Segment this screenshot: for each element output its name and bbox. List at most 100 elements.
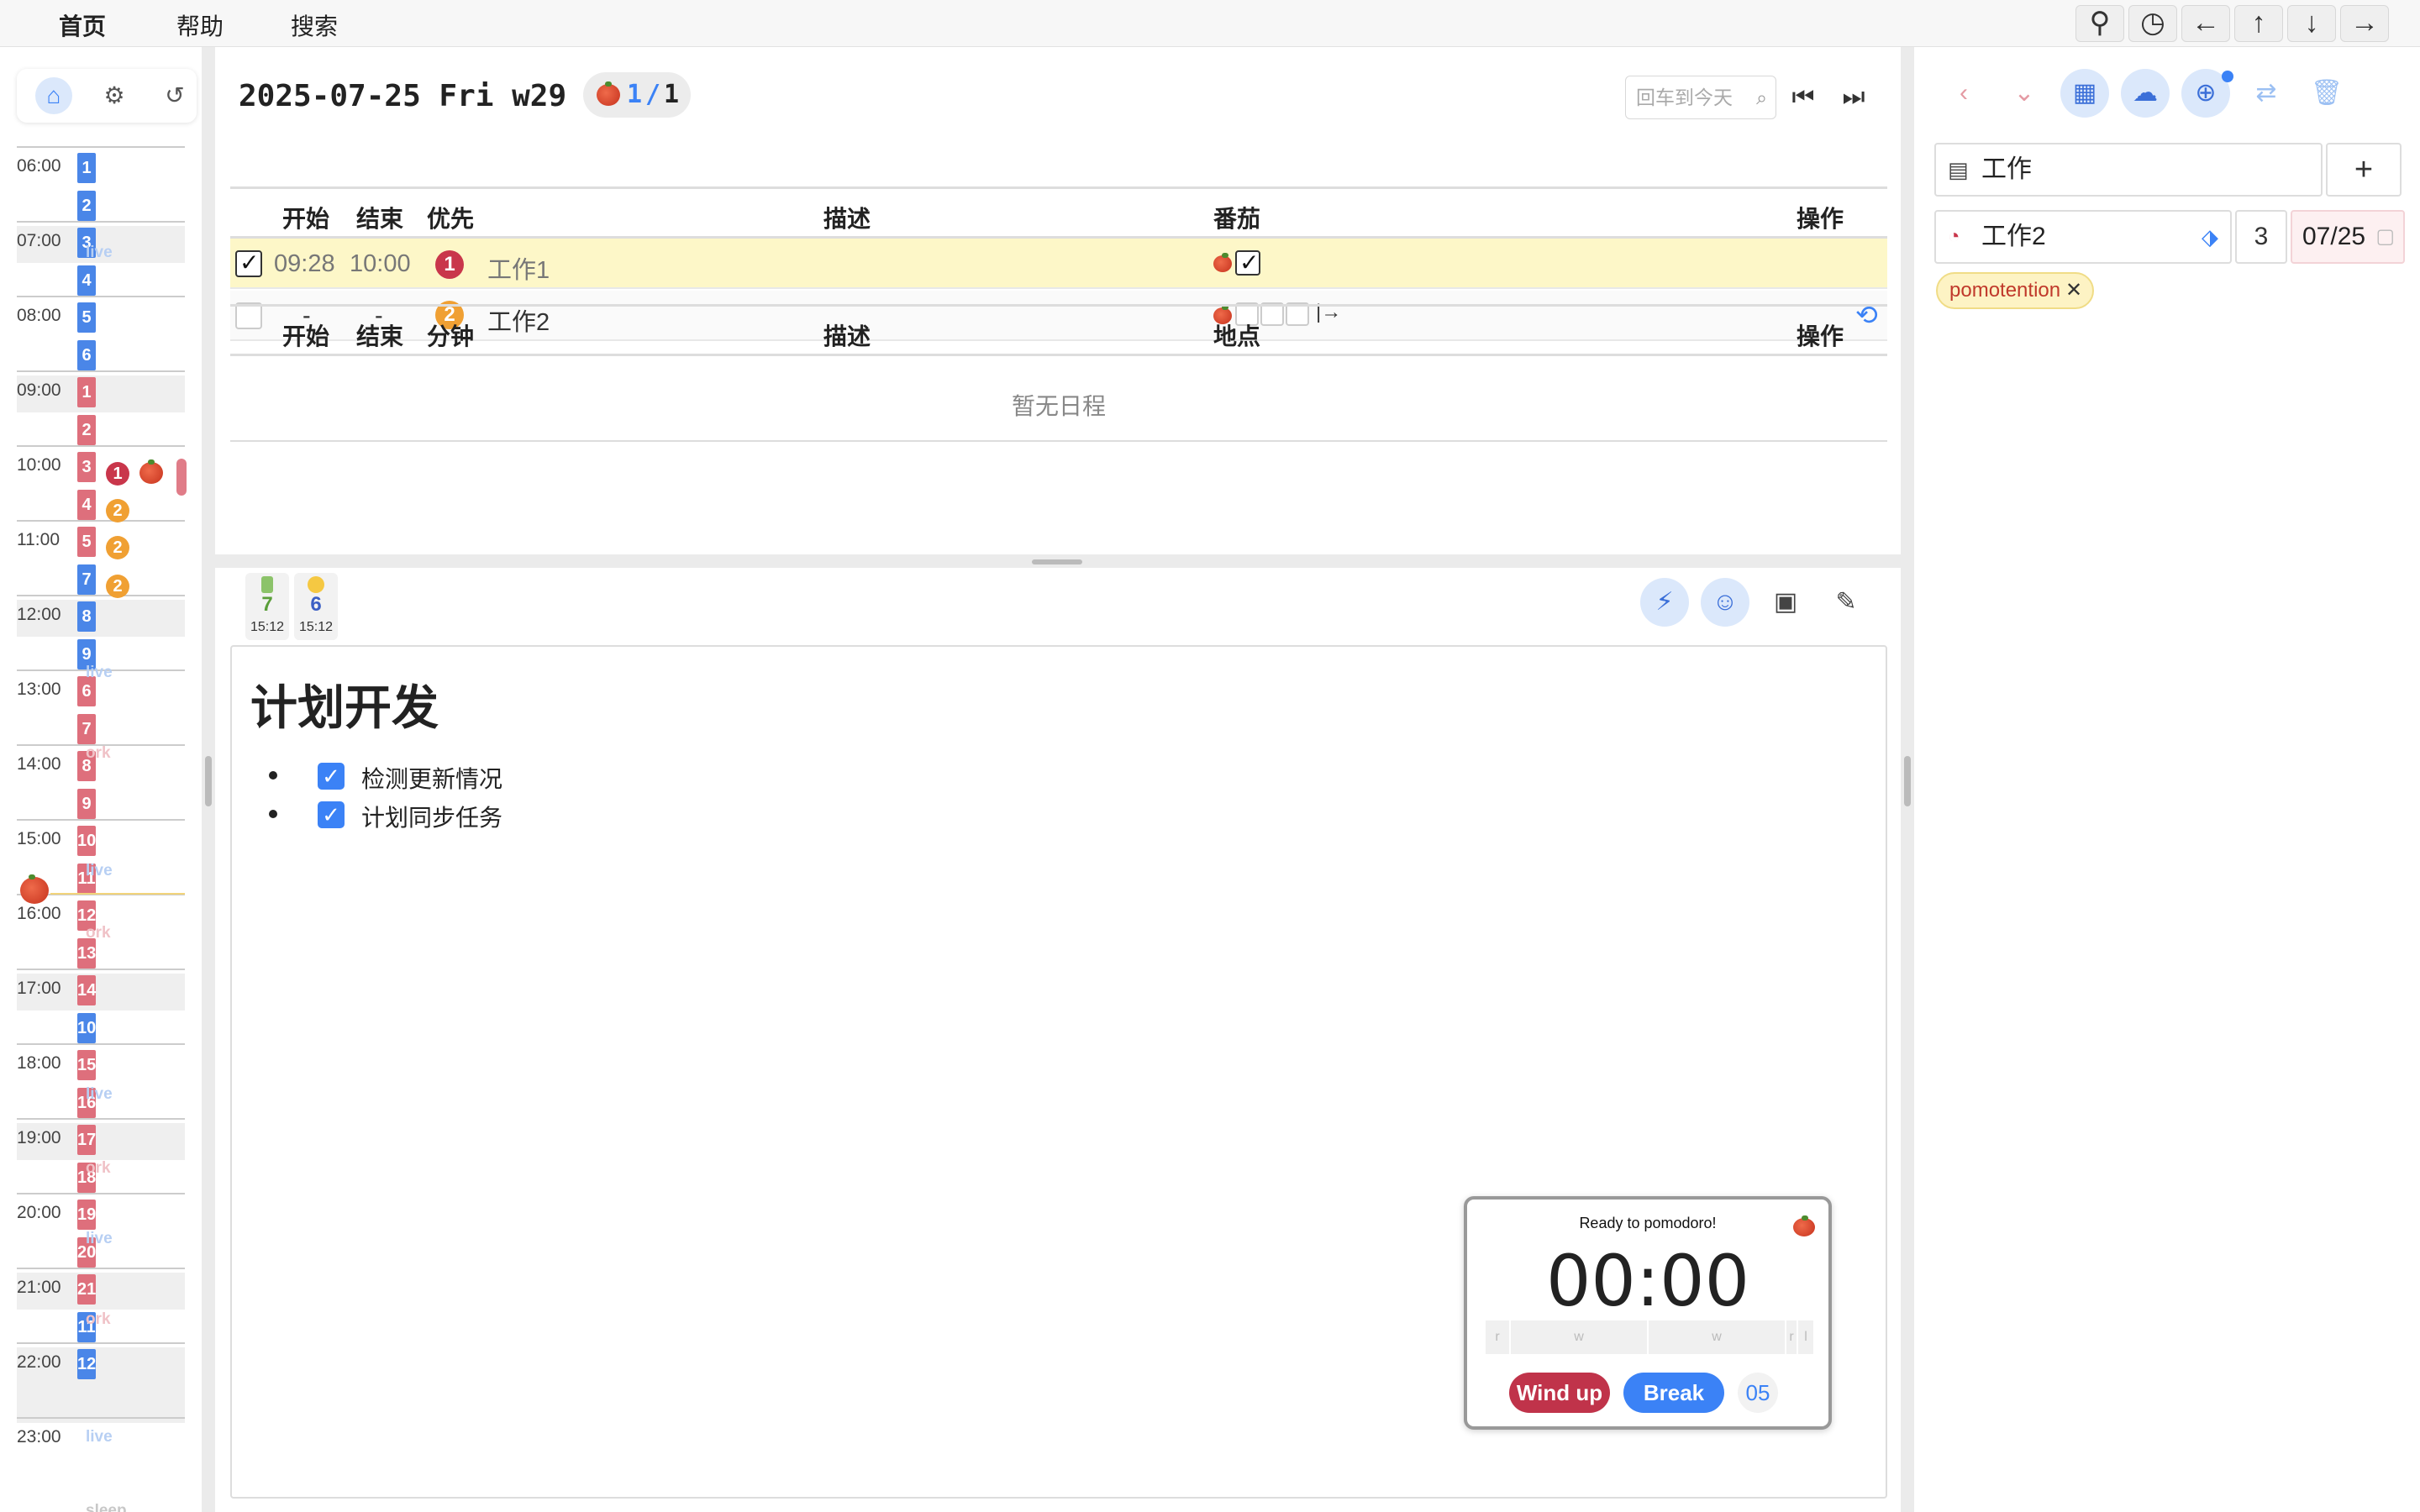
tomato-icon[interactable]: [1793, 1215, 1815, 1236]
resize-grip[interactable]: [1032, 559, 1082, 564]
timeline-slot[interactable]: 10: [77, 1012, 96, 1043]
timeline-slot[interactable]: 5: [77, 302, 96, 333]
back-button[interactable]: ‹: [1939, 69, 1988, 118]
hour-label: 20:00: [17, 1203, 61, 1222]
timeline-slot[interactable]: 21: [77, 1274, 96, 1305]
timeline-slot[interactable]: 2: [77, 414, 96, 445]
arrow-right-button[interactable]: →: [2340, 5, 2389, 42]
timeline-panel: ⌂ ⚙ ↺ 06:00 07:00 08:00 09:00 10:00 11:00 12:0…: [0, 47, 202, 1512]
timeline-slot[interactable]: 7: [77, 564, 96, 595]
mood-button[interactable]: ☺: [1701, 578, 1749, 627]
vertical-resize-bar[interactable]: [215, 554, 1901, 568]
date-search-input[interactable]: 回车到今天 ⌕: [1625, 76, 1776, 119]
due-date-field[interactable]: 07/25 ▢: [2291, 210, 2405, 264]
wind-up-button[interactable]: Wind up: [1509, 1373, 1610, 1413]
task-name[interactable]: 工作1: [487, 250, 550, 286]
todo-text[interactable]: 检测更新情况: [361, 761, 502, 795]
hour-label: 13:00: [17, 680, 61, 699]
arrow-left-button[interactable]: ←: [2181, 5, 2230, 42]
pomodoro-progress-badge: 1 / 1: [583, 72, 691, 118]
sync-button[interactable]: ⇄: [2242, 69, 2291, 118]
timeline-slot[interactable]: 9: [77, 788, 96, 819]
task-name-field[interactable]: ◔ 工作2 ⬗: [1934, 210, 2232, 264]
left-resize-handle[interactable]: [205, 756, 212, 806]
pomo-sep: /: [645, 80, 661, 109]
timeline-tag: live: [86, 664, 113, 681]
timeline-tag: live: [86, 862, 113, 879]
delete-button[interactable]: 🗑: [2302, 69, 2351, 118]
menu-search[interactable]: 搜索: [291, 8, 338, 42]
energy-button[interactable]: ⚡: [1640, 578, 1689, 627]
hour-label: 23:00: [17, 1427, 61, 1446]
close-icon[interactable]: ✕: [2065, 274, 2082, 307]
timeline-slot[interactable]: 14: [77, 975, 96, 1005]
tag-icon[interactable]: ⬗: [2202, 212, 2218, 262]
hour-label: 19:00: [17, 1128, 61, 1147]
timeline-slot[interactable]: 7: [77, 713, 96, 744]
arrow-right-icon: →: [2350, 7, 2379, 39]
task-name-value[interactable]: 工作2: [1981, 212, 2046, 262]
timeline-slot[interactable]: 12: [77, 1349, 96, 1379]
pomodoro-checkbox[interactable]: [1235, 249, 1260, 276]
prev-day-button[interactable]: ⏮: [1786, 81, 1820, 114]
schedule-add-button[interactable]: ▦: [2060, 69, 2109, 118]
todo-checkbox[interactable]: ✓: [318, 763, 345, 790]
pin-button[interactable]: ⚲: [2075, 5, 2124, 42]
pomodoro-count-field[interactable]: 3: [2235, 210, 2287, 264]
settings-button[interactable]: ⚙: [96, 77, 133, 114]
task-checkbox[interactable]: [235, 249, 262, 277]
timeline-slot[interactable]: 8: [77, 601, 96, 632]
timer-button[interactable]: ◷: [2128, 5, 2177, 42]
add-project-button[interactable]: +: [2326, 143, 2402, 197]
cloud-add-button[interactable]: ☁: [2121, 69, 2170, 118]
task-row[interactable]: 09:28 10:00 1 工作1: [230, 239, 1887, 289]
break-button[interactable]: Break: [1623, 1373, 1724, 1413]
timeline-slot[interactable]: 15: [77, 1050, 96, 1080]
tag-chip[interactable]: pomotention ✕: [1936, 272, 2095, 309]
note-title[interactable]: 计划开发: [250, 670, 439, 738]
todo-checkbox[interactable]: ✓: [318, 801, 345, 828]
timeline-slot[interactable]: 6: [77, 339, 96, 370]
timeline-slot[interactable]: 1: [77, 377, 96, 407]
todo-text[interactable]: 计划同步任务: [361, 800, 502, 833]
timeline-slot[interactable]: 3: [77, 452, 96, 482]
timeline-tag: ork: [86, 744, 111, 762]
tomato-icon: [1213, 253, 1232, 272]
timeline-slot[interactable]: 10: [77, 826, 96, 856]
detail-toolbar: ‹ ⌄ ▦ ☁ ⊕ ⇄ 🗑: [1939, 64, 2393, 123]
next-day-button[interactable]: ⏭: [1837, 81, 1870, 114]
calendar-icon[interactable]: ▢: [2375, 212, 2395, 262]
pomodoro-count[interactable]: 05: [1738, 1373, 1778, 1413]
timeline-slot[interactable]: 1: [77, 153, 96, 183]
timeline-slot[interactable]: 17: [77, 1125, 96, 1155]
backpack-button[interactable]: ⌂: [35, 77, 72, 114]
calendar-info-icon: ▣: [1773, 588, 1798, 616]
segment-rest: r: [1484, 1320, 1509, 1354]
undo-icon: ↺: [165, 82, 185, 108]
collapse-button[interactable]: ⌄: [2000, 69, 2049, 118]
timeline-slot[interactable]: 4: [77, 489, 96, 520]
mood-card[interactable]: 6 15:12: [294, 573, 338, 640]
timeline-active-marker[interactable]: [176, 459, 187, 496]
backpack-icon: ⌂: [46, 82, 61, 108]
hour-divider: [17, 370, 185, 372]
project-field[interactable]: ▤ 工作: [1934, 143, 2323, 197]
timeline-slot[interactable]: 2: [77, 190, 96, 221]
energy-value: 7: [261, 593, 273, 616]
project-name[interactable]: 工作: [1981, 144, 2032, 195]
arrow-up-button[interactable]: ↑: [2234, 5, 2283, 42]
menu-bar: 首页 帮助 搜索 ⚲ ◷ ← ↑ ↓ →: [0, 0, 2420, 47]
menu-home[interactable]: 首页: [59, 8, 106, 42]
hour-label: 07:00: [17, 231, 61, 250]
document-icon: ▤: [1948, 157, 1969, 182]
right-resize-handle[interactable]: [1904, 756, 1911, 806]
timeline-slot[interactable]: 4: [77, 265, 96, 296]
timeline-slot[interactable]: 5: [77, 527, 96, 557]
energy-card[interactable]: 7 15:12: [245, 573, 289, 640]
arrow-down-button[interactable]: ↓: [2287, 5, 2336, 42]
pen-button[interactable]: ✎: [1822, 578, 1870, 627]
timeline-slot[interactable]: 19: [77, 1200, 96, 1230]
menu-help[interactable]: 帮助: [176, 8, 224, 42]
calendar-info-button[interactable]: ▣: [1761, 578, 1810, 627]
undo-button[interactable]: ↺: [156, 77, 193, 114]
